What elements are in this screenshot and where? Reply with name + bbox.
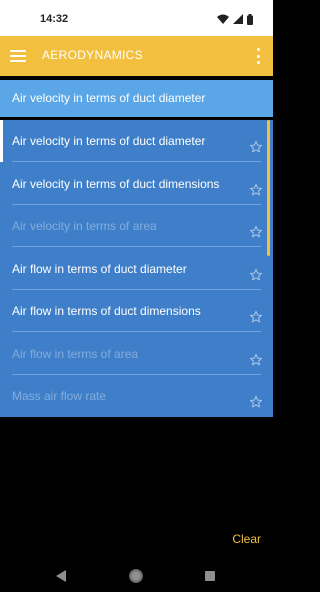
list-item-label: Air velocity in terms of area	[12, 219, 157, 233]
clear-button[interactable]: Clear	[232, 532, 261, 546]
star-outline-icon[interactable]	[249, 225, 263, 239]
app-bar: AERODYNAMICS	[0, 36, 273, 76]
home-icon[interactable]	[129, 569, 143, 583]
star-outline-icon[interactable]	[249, 353, 263, 367]
list-item: Mass air flow rate	[0, 375, 273, 417]
list-item[interactable]: Air velocity in terms of duct dimensions	[0, 163, 273, 205]
star-outline-icon[interactable]	[249, 183, 263, 197]
star-outline-icon[interactable]	[249, 268, 263, 282]
star-outline-icon[interactable]	[249, 140, 263, 154]
list-item: Air flow in terms of area	[0, 333, 273, 375]
battery-icon	[247, 13, 253, 25]
app-title: AERODYNAMICS	[42, 48, 143, 62]
list-item-label: Air flow in terms of area	[12, 346, 139, 361]
signal-icon	[233, 14, 243, 24]
star-outline-icon[interactable]	[249, 395, 263, 409]
system-nav-bar	[0, 560, 273, 592]
back-icon[interactable]	[56, 570, 66, 582]
list-item-label: Air velocity in terms of duct dimensions	[12, 176, 220, 191]
list-item: Air velocity in terms of area	[0, 205, 273, 247]
status-icons	[217, 13, 253, 25]
status-time: 14:32	[40, 13, 69, 25]
list-item[interactable]: Air flow in terms of duct diameter	[0, 248, 273, 290]
list-item-label: Mass air flow rate	[12, 389, 107, 403]
selected-formula-header[interactable]: Air velocity in terms of duct diameter	[0, 80, 273, 117]
list-item[interactable]: Air velocity in terms of duct diameter	[0, 120, 273, 162]
selected-formula-label: Air velocity in terms of duct diameter	[12, 91, 206, 105]
wifi-icon	[217, 14, 229, 24]
status-bar: 14:32	[0, 0, 273, 36]
hamburger-menu-icon[interactable]	[10, 47, 30, 65]
recents-icon[interactable]	[205, 571, 215, 581]
star-outline-icon[interactable]	[249, 310, 263, 324]
scrollbar-thumb[interactable]	[267, 120, 270, 256]
list-item-label: Air velocity in terms of duct diameter	[12, 134, 206, 148]
formula-list: Air velocity in terms of duct diameter Ai…	[0, 120, 273, 417]
list-item-label: Air flow in terms of duct dimensions	[12, 304, 201, 318]
more-vert-icon[interactable]	[255, 48, 261, 64]
list-item-label: Air flow in terms of duct diameter	[12, 261, 187, 276]
list-item[interactable]: Air flow in terms of duct dimensions	[0, 290, 273, 332]
